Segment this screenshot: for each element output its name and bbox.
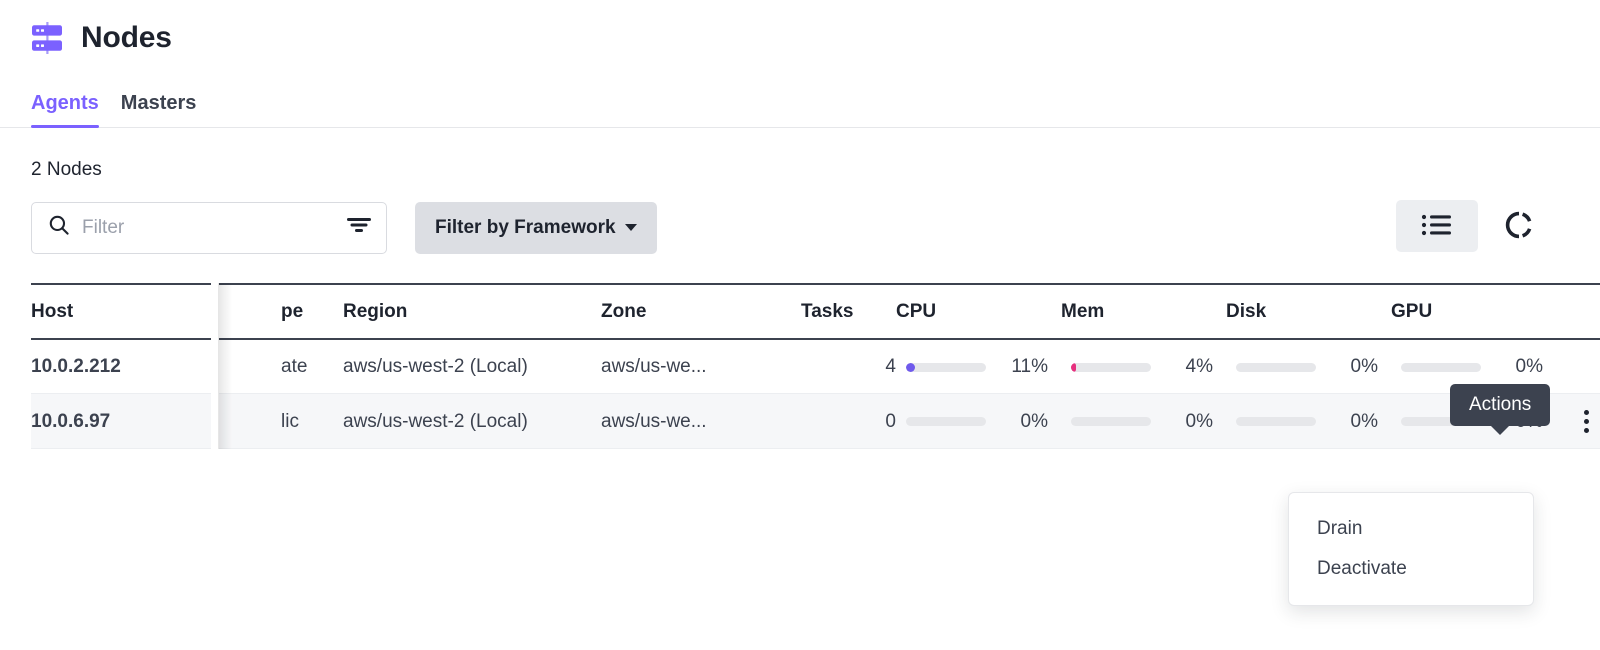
refresh-button[interactable] — [1500, 207, 1538, 245]
cpu-percent: 0% — [1020, 410, 1048, 432]
gpu-meter — [1401, 362, 1481, 372]
table-header: Host pe Region Zone Tasks CPU Mem Disk G… — [31, 283, 1600, 340]
search-icon — [48, 214, 70, 241]
cell-host: 10.0.6.97 — [31, 393, 281, 449]
column-header-mem[interactable]: Mem — [1061, 283, 1226, 340]
filter-by-framework-button[interactable]: Filter by Framework — [415, 201, 657, 254]
tab-agents-label: Agents — [31, 92, 99, 114]
cell-cpu: 0% — [896, 393, 1061, 449]
cpu-meter — [906, 417, 986, 426]
column-header-cpu[interactable]: CPU — [896, 283, 1061, 340]
list-view-icon — [1421, 213, 1453, 240]
cell-cpu: 11% — [896, 339, 1061, 394]
funnel-icon[interactable] — [346, 215, 372, 240]
menu-item-drain[interactable]: Drain — [1289, 509, 1533, 549]
cell-host: 10.0.2.212 — [31, 339, 281, 394]
page-title: Nodes — [81, 21, 172, 54]
mem-meter — [1071, 417, 1151, 426]
tab-bar: Agents Masters — [0, 62, 1600, 128]
cell-actions — [1556, 339, 1600, 394]
row-actions-kebab-icon[interactable] — [1556, 410, 1600, 433]
column-header-disk[interactable]: Disk — [1226, 283, 1391, 340]
nodes-icon — [31, 22, 65, 54]
tab-agents[interactable]: Agents — [31, 92, 99, 128]
cell-actions — [1556, 393, 1600, 449]
cell-zone: aws/us-we... — [601, 339, 801, 394]
cell-disk: 0% — [1226, 393, 1391, 449]
table-row[interactable]: 10.0.2.212 ate aws/us-west-2 (Local) aws… — [31, 339, 1600, 394]
cell-type: ate — [281, 339, 343, 394]
column-header-type[interactable]: pe — [281, 283, 343, 340]
chevron-down-icon — [624, 224, 637, 231]
cell-mem: 4% — [1061, 339, 1226, 394]
table-header-row: Host pe Region Zone Tasks CPU Mem Disk G… — [31, 283, 1600, 340]
cpu-percent: 11% — [1011, 356, 1048, 377]
column-header-gpu[interactable]: GPU — [1391, 283, 1556, 340]
disk-percent: 0% — [1350, 410, 1378, 432]
column-header-host[interactable]: Host — [31, 283, 281, 340]
disk-percent: 0% — [1350, 356, 1378, 377]
menu-item-deactivate[interactable]: Deactivate — [1289, 549, 1533, 589]
toolbar: Filter by Framework — [0, 179, 1600, 255]
column-header-actions — [1556, 283, 1600, 340]
cell-disk: 0% — [1226, 339, 1391, 394]
page-header: Nodes — [0, 0, 1600, 62]
gpu-percent: 0% — [1515, 356, 1543, 377]
actions-tooltip: Actions — [1450, 384, 1551, 435]
node-count: 2 Nodes — [31, 159, 102, 180]
actions-tooltip-label: Actions — [1469, 394, 1532, 415]
row-actions-menu: Drain Deactivate — [1288, 492, 1534, 606]
mem-meter — [1071, 362, 1151, 372]
disk-meter — [1236, 362, 1316, 372]
toolbar-right-group — [1396, 200, 1538, 252]
mem-percent: 4% — [1185, 356, 1213, 377]
cell-region: aws/us-west-2 (Local) — [343, 339, 601, 394]
table-row[interactable]: 10.0.6.97 lic aws/us-west-2 (Local) aws/… — [31, 393, 1600, 449]
search-input[interactable] — [82, 216, 334, 239]
cell-zone: aws/us-we... — [601, 393, 801, 449]
table-body: 10.0.2.212 ate aws/us-west-2 (Local) aws… — [31, 339, 1600, 449]
nodes-table: Host pe Region Zone Tasks CPU Mem Disk G… — [31, 283, 1600, 449]
cell-mem: 0% — [1061, 393, 1226, 449]
column-header-region[interactable]: Region — [343, 283, 601, 340]
mem-percent: 0% — [1185, 410, 1213, 432]
column-header-zone[interactable]: Zone — [601, 283, 801, 340]
cell-tasks: 0 — [801, 393, 896, 449]
search-box[interactable] — [31, 201, 387, 254]
cell-type: lic — [281, 393, 343, 449]
filter-by-framework-label: Filter by Framework — [435, 216, 616, 238]
tab-masters[interactable]: Masters — [121, 93, 197, 127]
menu-item-deactivate-label: Deactivate — [1317, 558, 1407, 579]
cpu-meter — [906, 362, 986, 372]
tab-masters-label: Masters — [120, 92, 197, 114]
cell-region: aws/us-west-2 (Local) — [343, 393, 601, 449]
list-view-toggle-button[interactable] — [1396, 200, 1478, 252]
disk-meter — [1236, 417, 1316, 426]
column-header-tasks[interactable]: Tasks — [801, 283, 896, 340]
refresh-icon — [1504, 210, 1534, 243]
cell-tasks: 4 — [801, 339, 896, 394]
nodes-table-container: Host pe Region Zone Tasks CPU Mem Disk G… — [31, 283, 1600, 449]
menu-item-drain-label: Drain — [1317, 518, 1363, 539]
